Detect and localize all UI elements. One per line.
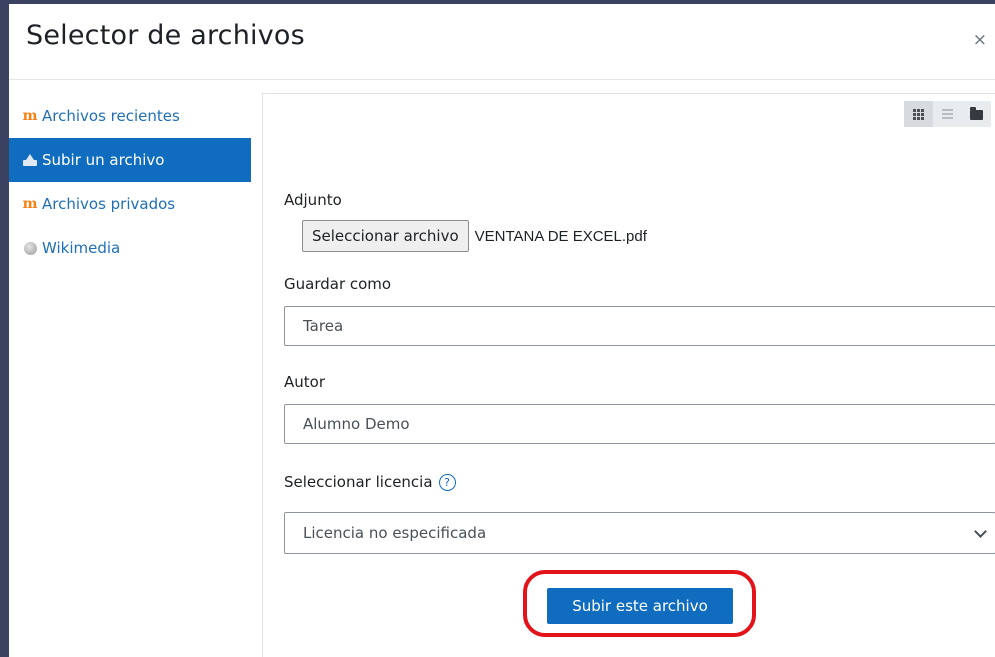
- license-label: Seleccionar licencia: [284, 473, 433, 491]
- sidebar-item-label: Wikimedia: [42, 239, 121, 257]
- view-toggle-group: [904, 101, 991, 127]
- list-view-icon: [942, 109, 953, 119]
- repository-sidebar: m Archivos recientes Subir un archivo m …: [9, 94, 261, 270]
- moodle-icon: m: [22, 108, 38, 124]
- attachment-label: Adjunto: [284, 191, 342, 209]
- close-icon[interactable]: ×: [973, 30, 987, 50]
- list-view-button[interactable]: [933, 101, 962, 127]
- grid-view-button[interactable]: [904, 101, 933, 127]
- folder-view-icon: [970, 107, 983, 120]
- dialog-header: Selector de archivos ×: [9, 4, 995, 80]
- sidebar-item-private-files[interactable]: m Archivos privados: [9, 182, 261, 226]
- choose-file-button[interactable]: Seleccionar archivo: [302, 220, 469, 252]
- sidebar-item-wikimedia[interactable]: Wikimedia: [9, 226, 261, 270]
- author-label: Autor: [284, 373, 325, 391]
- upload-file-button[interactable]: Subir este archivo: [547, 588, 733, 624]
- moodle-icon: m: [22, 196, 38, 212]
- author-input[interactable]: [284, 404, 995, 444]
- sidebar-item-label: Archivos privados: [42, 195, 176, 213]
- window-frame-left: [0, 0, 9, 657]
- help-icon[interactable]: ?: [438, 473, 456, 491]
- license-selected-value: Licencia no especificada: [303, 524, 487, 542]
- chevron-down-icon: [974, 525, 987, 538]
- selected-file-name: VENTANA DE EXCEL.pdf: [474, 227, 647, 245]
- license-label-row: Seleccionar licencia ?: [284, 473, 456, 491]
- sidebar-item-recent-files[interactable]: m Archivos recientes: [9, 94, 261, 138]
- license-select[interactable]: Licencia no especificada: [284, 512, 995, 554]
- save-as-input[interactable]: [284, 306, 995, 346]
- sidebar-item-upload-file[interactable]: Subir un archivo: [9, 138, 251, 182]
- file-picker-dialog: Selector de archivos × m Archivos recien…: [9, 4, 995, 657]
- grid-view-icon: [913, 108, 924, 120]
- dialog-title: Selector de archivos: [26, 20, 305, 51]
- folder-view-button[interactable]: [962, 101, 991, 127]
- upload-icon: [22, 152, 38, 168]
- sidebar-item-label: Subir un archivo: [42, 151, 165, 169]
- file-chooser: Seleccionar archivo VENTANA DE EXCEL.pdf: [302, 220, 647, 252]
- upload-panel: Adjunto Seleccionar archivo VENTANA DE E…: [262, 93, 995, 657]
- sidebar-item-label: Archivos recientes: [42, 107, 180, 125]
- save-as-label: Guardar como: [284, 275, 392, 293]
- wikimedia-icon: [22, 240, 38, 256]
